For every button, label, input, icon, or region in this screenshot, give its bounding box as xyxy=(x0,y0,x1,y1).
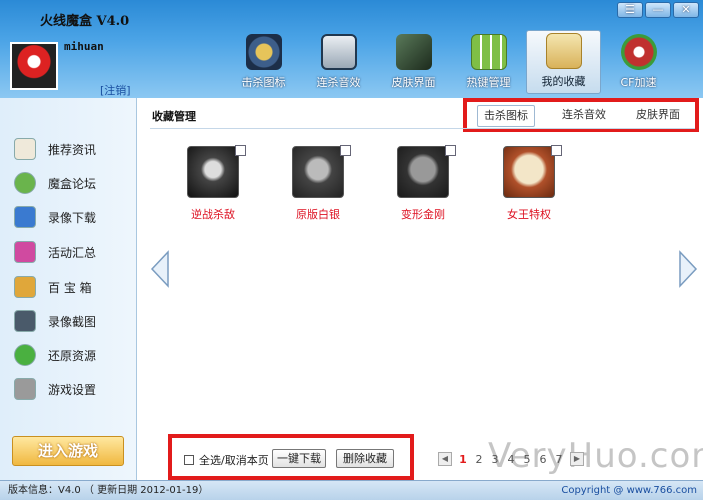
tab-kill-icons[interactable]: 击杀图标 xyxy=(477,105,535,127)
minimize-button[interactable]: — xyxy=(645,2,671,18)
favorite-item-label: 女王特权 xyxy=(507,208,551,221)
page-number[interactable]: 2 xyxy=(474,453,484,466)
menu-button[interactable]: ☰ xyxy=(617,2,643,18)
sidebar-item-news[interactable]: 推荐资讯 xyxy=(14,136,96,162)
news-icon xyxy=(14,138,36,160)
audio-meter-icon xyxy=(320,34,357,70)
nav-favorites[interactable]: 我的收藏 xyxy=(526,30,601,94)
transformers-badge-icon xyxy=(397,146,449,198)
select-all-toggle[interactable]: 全选/取消本页 xyxy=(184,452,269,468)
download-all-button[interactable]: 一键下载 xyxy=(272,449,326,468)
window-controls: ☰ — ✕ xyxy=(617,2,699,18)
favorite-item[interactable]: 逆战杀敌 xyxy=(178,145,248,222)
page-number[interactable]: 7 xyxy=(554,453,564,466)
hotkey-icon xyxy=(470,34,507,70)
nav-label: 皮肤界面 xyxy=(391,76,436,89)
favorite-item[interactable]: 原版白银 xyxy=(283,145,353,222)
copyright-link[interactable]: Copyright @ www.766.com xyxy=(561,481,697,500)
divider xyxy=(150,128,695,129)
bulk-actions: 全选/取消本页 一键下载 删除收藏 xyxy=(168,434,414,480)
version-info: 版本信息：V4.0 （ 更新日期 2012-01-19） xyxy=(8,485,209,496)
sidebar-item-label: 活动汇总 xyxy=(48,245,97,260)
queen-privilege-badge-icon xyxy=(503,146,555,198)
page-number[interactable]: 1 xyxy=(458,453,468,466)
sidebar-item-video-download[interactable]: 录像下载 xyxy=(14,204,96,230)
page-prev-icon[interactable]: ◀ xyxy=(438,452,452,466)
delete-favorites-button[interactable]: 删除收藏 xyxy=(336,449,394,468)
silver-skull-badge-icon xyxy=(292,146,344,198)
item-checkbox[interactable] xyxy=(551,145,562,156)
sidebar-item-label: 魔盒论坛 xyxy=(48,176,97,191)
sidebar-item-game-settings[interactable]: 游戏设置 xyxy=(14,376,96,402)
next-arrow-icon[interactable] xyxy=(678,250,698,288)
prev-arrow-icon[interactable] xyxy=(150,250,170,288)
page-number[interactable]: 6 xyxy=(538,453,548,466)
app-title: 火线魔盒 V4.0 xyxy=(40,14,130,29)
favorite-item-label: 逆战杀敌 xyxy=(191,208,235,221)
item-checkbox[interactable] xyxy=(340,145,351,156)
item-checkbox[interactable] xyxy=(235,145,246,156)
nav-label: CF加速 xyxy=(620,76,657,89)
username: mihuan xyxy=(64,40,104,53)
restore-icon xyxy=(14,344,36,366)
sidebar: 推荐资讯 魔盒论坛 录像下载 活动汇总 百 宝 箱 录像截图 还原资源 游戏设置… xyxy=(0,98,137,480)
page-number[interactable]: 3 xyxy=(490,453,500,466)
sidebar-item-label: 推荐资讯 xyxy=(48,142,97,157)
sidebar-item-screenshots[interactable]: 录像截图 xyxy=(14,308,96,334)
nav-label: 热键管理 xyxy=(466,76,511,89)
tab-kill-sounds[interactable]: 连杀音效 xyxy=(553,105,615,127)
title-bar: 火线魔盒 V4.0 ☰ — ✕ mihuan [注销] 击杀图标 连杀音效 皮肤… xyxy=(0,0,703,98)
sidebar-item-label: 录像下载 xyxy=(48,210,97,225)
nav-hotkeys[interactable]: 热键管理 xyxy=(451,30,526,94)
nav-skins[interactable]: 皮肤界面 xyxy=(376,30,451,94)
page-number[interactable]: 5 xyxy=(522,453,532,466)
logout-link[interactable]: [注销] xyxy=(100,82,131,98)
skin-icon xyxy=(395,34,432,70)
kill-icon-icon xyxy=(245,34,282,70)
nav-label: 连杀音效 xyxy=(316,76,361,89)
sidebar-item-label: 还原资源 xyxy=(48,348,97,363)
enter-game-button[interactable]: 进入游戏 xyxy=(12,436,124,466)
sidebar-item-restore[interactable]: 还原资源 xyxy=(14,342,96,368)
sidebar-item-label: 百 宝 箱 xyxy=(48,280,92,295)
screenshot-icon xyxy=(14,310,36,332)
select-all-label: 全选/取消本页 xyxy=(199,454,269,467)
page-title: 收藏管理 xyxy=(152,110,196,123)
close-button[interactable]: ✕ xyxy=(673,2,699,18)
favorite-item[interactable]: 变形金刚 xyxy=(388,145,458,222)
sidebar-item-label: 游戏设置 xyxy=(48,382,97,397)
item-checkbox[interactable] xyxy=(445,145,456,156)
page-number[interactable]: 4 xyxy=(506,453,516,466)
tab-skins[interactable]: 皮肤界面 xyxy=(627,105,689,127)
sidebar-item-forum[interactable]: 魔盒论坛 xyxy=(14,170,96,196)
sidebar-item-events[interactable]: 活动汇总 xyxy=(14,239,96,265)
favorite-item-label: 原版白银 xyxy=(296,208,340,221)
sidebar-item-treasure-box[interactable]: 百 宝 箱 xyxy=(14,274,92,300)
forum-icon xyxy=(14,172,36,194)
favorites-icon xyxy=(545,33,582,69)
page-next-icon[interactable]: ▶ xyxy=(570,452,584,466)
gift-icon xyxy=(14,241,36,263)
favorite-item[interactable]: 女王特权 xyxy=(494,145,564,222)
status-bar: 版本信息：V4.0 （ 更新日期 2012-01-19） Copyright @… xyxy=(0,480,703,500)
nav-label: 击杀图标 xyxy=(241,76,286,89)
nav-cf-accelerate[interactable]: CF加速 xyxy=(601,30,676,94)
cf-accelerate-icon xyxy=(620,34,657,70)
settings-tools-icon xyxy=(14,378,36,400)
nav-kill-icons[interactable]: 击杀图标 xyxy=(226,30,301,94)
tab-bar: 击杀图标 连杀音效 皮肤界面 xyxy=(463,98,699,132)
main-nav: 击杀图标 连杀音效 皮肤界面 热键管理 我的收藏 CF加速 xyxy=(226,30,676,94)
avatar[interactable] xyxy=(10,42,58,90)
nav-kill-sounds[interactable]: 连杀音效 xyxy=(301,30,376,94)
download-icon xyxy=(14,206,36,228)
treasure-box-icon xyxy=(14,276,36,298)
main-panel: 收藏管理 击杀图标 连杀音效 皮肤界面 逆战杀敌 原版白银 变形金刚 女王特权 … xyxy=(138,98,703,480)
sidebar-item-label: 录像截图 xyxy=(48,314,97,329)
favorite-item-label: 变形金刚 xyxy=(401,208,445,221)
skull-star-badge-icon xyxy=(187,146,239,198)
nav-label: 我的收藏 xyxy=(541,75,586,88)
pagination: ◀ 1 2 3 4 5 6 7 ▶ xyxy=(438,452,584,466)
select-all-checkbox[interactable] xyxy=(184,455,194,465)
